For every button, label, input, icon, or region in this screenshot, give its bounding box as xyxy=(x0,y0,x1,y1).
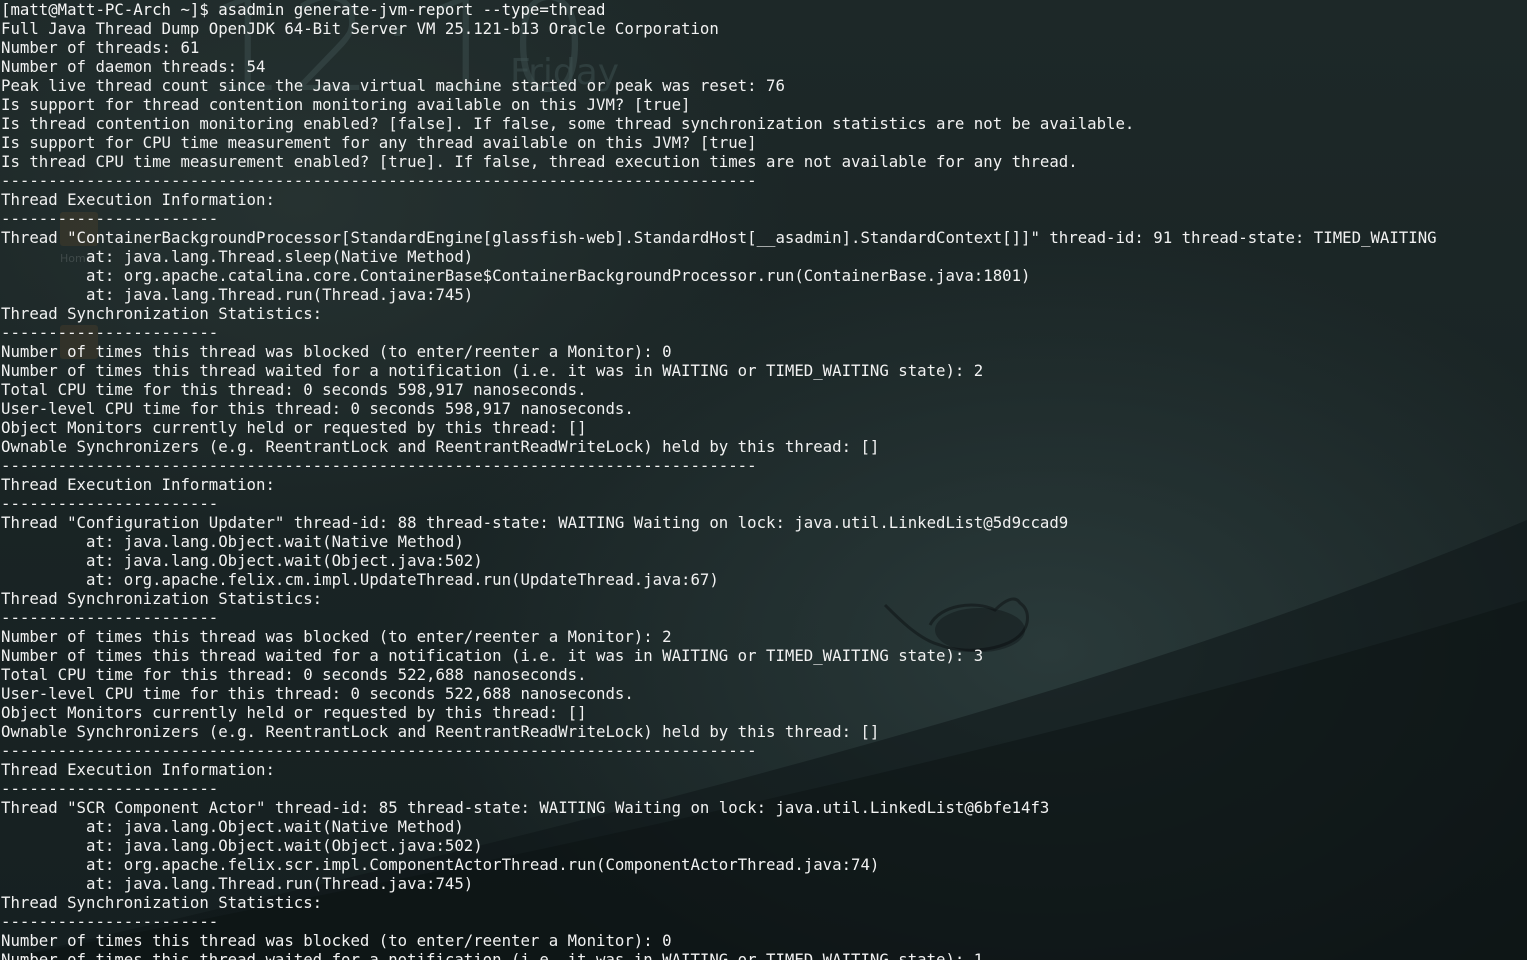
terminal-line: ----------------------- xyxy=(1,912,219,931)
terminal-line: at: java.lang.Thread.sleep(Native Method… xyxy=(1,247,474,266)
terminal-line: Thread Synchronization Statistics: xyxy=(1,589,323,608)
terminal-line: User-level CPU time for this thread: 0 s… xyxy=(1,684,634,703)
terminal-line: Ownable Synchronizers (e.g. ReentrantLoc… xyxy=(1,437,880,456)
terminal-line: ----------------------- xyxy=(1,323,219,342)
terminal-line: Thread "Configuration Updater" thread-id… xyxy=(1,513,1069,532)
terminal-line: ----------------------------------------… xyxy=(1,741,757,760)
terminal-line: Number of times this thread was blocked … xyxy=(1,342,672,361)
terminal-line: ----------------------- xyxy=(1,209,219,228)
terminal-line: Is thread CPU time measurement enabled? … xyxy=(1,152,1078,171)
terminal-line: ----------------------------------------… xyxy=(1,171,757,190)
terminal-line: Number of times this thread was blocked … xyxy=(1,627,672,646)
terminal-line: Thread Execution Information: xyxy=(1,190,275,209)
terminal-line: at: org.apache.felix.cm.impl.UpdateThrea… xyxy=(1,570,719,589)
terminal-line: ----------------------------------------… xyxy=(1,456,757,475)
terminal-line: Number of daemon threads: 54 xyxy=(1,57,266,76)
terminal-line: Number of times this thread waited for a… xyxy=(1,646,984,665)
terminal-line: ----------------------- xyxy=(1,494,219,513)
terminal-line: at: org.apache.catalina.core.ContainerBa… xyxy=(1,266,1031,285)
terminal-line: at: org.apache.felix.scr.impl.ComponentA… xyxy=(1,855,880,874)
terminal-line: Thread Execution Information: xyxy=(1,475,275,494)
terminal-line: at: java.lang.Object.wait(Native Method) xyxy=(1,532,464,551)
terminal-line: Thread "SCR Component Actor" thread-id: … xyxy=(1,798,1050,817)
terminal-line: Thread Execution Information: xyxy=(1,760,275,779)
terminal-line: Full Java Thread Dump OpenJDK 64-Bit Ser… xyxy=(1,19,719,38)
terminal-line: at: java.lang.Thread.run(Thread.java:745… xyxy=(1,285,474,304)
terminal-line: Thread Synchronization Statistics: xyxy=(1,304,323,323)
shell-prompt-line: [matt@Matt-PC-Arch ~]$ asadmin generate-… xyxy=(1,0,606,19)
terminal-line: Ownable Synchronizers (e.g. ReentrantLoc… xyxy=(1,722,880,741)
terminal-line: Object Monitors currently held or reques… xyxy=(1,703,587,722)
terminal-line: User-level CPU time for this thread: 0 s… xyxy=(1,399,634,418)
terminal-line: ----------------------- xyxy=(1,779,219,798)
terminal-line: Total CPU time for this thread: 0 second… xyxy=(1,665,587,684)
terminal-line: Total CPU time for this thread: 0 second… xyxy=(1,380,587,399)
terminal-line: at: java.lang.Object.wait(Object.java:50… xyxy=(1,551,483,570)
terminal-line: at: java.lang.Object.wait(Native Method) xyxy=(1,817,464,836)
terminal-line: Is support for CPU time measurement for … xyxy=(1,133,757,152)
terminal-line: at: java.lang.Object.wait(Object.java:50… xyxy=(1,836,483,855)
terminal-line: Number of times this thread waited for a… xyxy=(1,950,984,960)
terminal-line: Number of times this thread was blocked … xyxy=(1,931,672,950)
terminal-line: Object Monitors currently held or reques… xyxy=(1,418,587,437)
terminal-line: Is thread contention monitoring enabled?… xyxy=(1,114,1135,133)
terminal-line: Number of threads: 61 xyxy=(1,38,200,57)
terminal-line: ----------------------- xyxy=(1,608,219,627)
terminal-line: Thread Synchronization Statistics: xyxy=(1,893,323,912)
terminal-line: at: java.lang.Thread.run(Thread.java:745… xyxy=(1,874,474,893)
terminal-line: Number of times this thread waited for a… xyxy=(1,361,984,380)
terminal-line: Thread "ContainerBackgroundProcessor[Sta… xyxy=(1,228,1437,247)
terminal-line: Is support for thread contention monitor… xyxy=(1,95,691,114)
terminal-output[interactable]: [matt@Matt-PC-Arch ~]$ asadmin generate-… xyxy=(0,0,1527,960)
terminal-line: Peak live thread count since the Java vi… xyxy=(1,76,785,95)
